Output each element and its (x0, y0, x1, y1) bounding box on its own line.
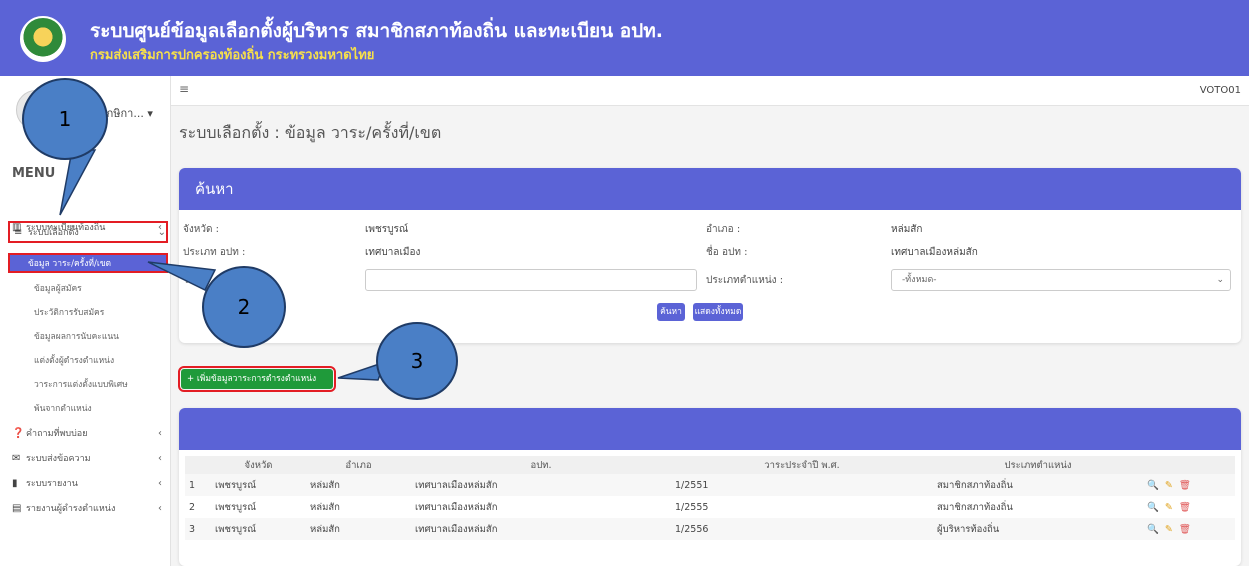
callout-tails (59, 149, 387, 381)
callout-3: 3 (376, 322, 458, 400)
callout-2-tail (147, 261, 217, 292)
callout-1: 1 (22, 78, 108, 160)
callout-2: 2 (202, 266, 286, 348)
